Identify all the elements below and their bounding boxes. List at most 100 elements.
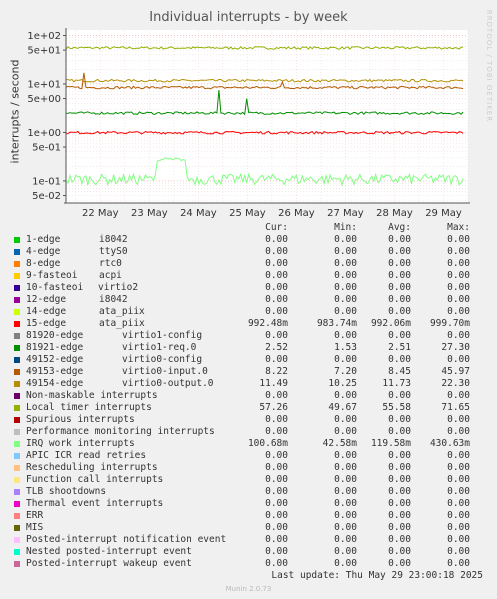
- value-avg: 992.06m: [370, 318, 411, 329]
- value-min: 0.00: [334, 462, 357, 473]
- series-name: 12-edge: [26, 294, 67, 305]
- x-tick-label: 25 May: [229, 208, 266, 219]
- value-max: 0.00: [447, 534, 470, 545]
- series-name: Posted-interrupt wakeup event: [26, 558, 192, 569]
- legend-swatch: [14, 285, 20, 291]
- series-detail: i8042: [99, 294, 128, 305]
- value-cur: 0.00: [265, 546, 288, 557]
- legend-row: 1-edge i8042 0.00 0.00 0.00 0.00: [0, 234, 497, 246]
- value-max: 0.00: [447, 414, 470, 425]
- value-avg: 0.00: [388, 294, 411, 305]
- legend-label: ERR: [26, 510, 43, 521]
- legend-label: Nested posted-interrupt event: [26, 546, 192, 557]
- legend-swatch: [14, 549, 20, 555]
- value-cur: 0.00: [265, 414, 288, 425]
- legend-swatch: [14, 237, 20, 243]
- series-name: MIS: [26, 522, 44, 533]
- value-min: 10.25: [328, 378, 357, 389]
- x-tick-label: 29 May: [425, 208, 462, 219]
- legend-swatch: [14, 417, 20, 423]
- series-name: 1-edge: [26, 234, 61, 245]
- value-max: 0.00: [447, 234, 470, 245]
- value-cur: 11.49: [259, 378, 288, 389]
- value-avg: 0.00: [388, 246, 411, 257]
- last-update: Last update: Thu May 29 23:00:18 2025: [271, 570, 483, 581]
- legend-label: 49154-edge virtio0-output.0: [26, 378, 214, 389]
- legend-row: 81920-edge virtio1-config 0.00 0.00 0.00 0.00: [0, 330, 497, 342]
- value-avg: 0.00: [388, 522, 411, 533]
- legend-swatch: [14, 381, 20, 387]
- legend-swatch: [14, 477, 20, 483]
- legend-row: 4-edge ttyS0 0.00 0.00 0.00 0.00: [0, 246, 497, 258]
- series-name: 10-fasteoi: [26, 282, 84, 293]
- legend-swatch: [14, 297, 20, 303]
- legend-label: Function call interrupts: [26, 474, 163, 485]
- value-cur: 0.00: [265, 522, 288, 533]
- value-avg: 0.00: [388, 558, 411, 569]
- legend-row: Spurious interrupts 0.00 0.00 0.00 0.00: [0, 414, 497, 426]
- value-cur: 57.26: [259, 402, 288, 413]
- value-cur: 100.68m: [247, 438, 288, 449]
- y-tick-label: 5e-01: [32, 143, 61, 154]
- value-cur: 0.00: [265, 354, 288, 365]
- value-min: 0.00: [334, 258, 357, 269]
- legend-row: Performance monitoring interrupts 0.00 0.0…: [0, 426, 497, 438]
- legend-header: Cur: Min: Avg: Max:: [0, 222, 497, 234]
- series-name: 81920-edge: [26, 330, 84, 341]
- value-min: 42.58m: [322, 438, 357, 449]
- legend-label: Local timer interrupts: [26, 402, 152, 413]
- value-cur: 0.00: [265, 258, 288, 269]
- value-avg: 0.00: [388, 510, 411, 521]
- value-avg: 0.00: [388, 330, 411, 341]
- value-min: 1.53: [334, 342, 357, 353]
- value-min: 0.00: [334, 306, 357, 317]
- legend-swatch: [14, 501, 20, 507]
- value-max: 0.00: [447, 330, 470, 341]
- value-cur: 0.00: [265, 282, 288, 293]
- value-avg: 0.00: [388, 234, 411, 245]
- legend-label: Posted-interrupt notification event: [26, 534, 226, 545]
- value-max: 27.30: [441, 342, 470, 353]
- legend-row: Rescheduling interrupts 0.00 0.00 0.00 0.00: [0, 462, 497, 474]
- legend-swatch: [14, 333, 20, 339]
- chart-plot-area: 1e+02 5e+01 1e+01 5e+00 1e+00 5e-01 1e-01 5e-02…: [27, 28, 470, 219]
- legend-row: Non-maskable interrupts 0.00 0.00 0.00 0.00: [0, 390, 497, 402]
- value-avg: 0.00: [388, 282, 411, 293]
- value-cur: 8.22: [265, 366, 288, 377]
- series-detail: virtio2: [98, 282, 139, 293]
- value-max: 0.00: [447, 258, 470, 269]
- legend-row: APIC ICR read retries 0.00 0.00 0.00 0.00: [0, 450, 497, 462]
- series-name: 49153-edge: [26, 366, 84, 377]
- value-min: 0.00: [334, 270, 357, 281]
- series-detail: ata_piix: [99, 318, 145, 329]
- series-detail: rtc0: [99, 258, 122, 269]
- legend-label: TLB shootdowns: [26, 486, 106, 497]
- value-min: 0.00: [334, 474, 357, 485]
- value-max: 45.97: [441, 366, 470, 377]
- header-cur: Cur:: [265, 222, 288, 233]
- legend-swatch: [14, 261, 20, 267]
- value-avg: 0.00: [388, 498, 411, 509]
- legend-row: 9-fasteoi acpi 0.00 0.00 0.00 0.00: [0, 270, 497, 282]
- series-name: Non-maskable interrupts: [26, 390, 158, 401]
- legend-swatch: [14, 465, 20, 471]
- y-ticks: 1e+02 5e+01 1e+01 5e+00 1e+00 5e-01 1e-01 5e-02: [27, 31, 66, 202]
- value-max: 71.65: [441, 402, 470, 413]
- series-detail: ata_piix: [99, 306, 145, 317]
- legend-row: 49154-edge virtio0-output.0 11.49 10.25 11.7…: [0, 378, 497, 390]
- legend-swatch: [14, 405, 20, 411]
- value-cur: 2.52: [265, 342, 288, 353]
- legend-row: Nested posted-interrupt event 0.00 0.00 0.0…: [0, 546, 497, 558]
- value-max: 0.00: [447, 306, 470, 317]
- legend-row: 12-edge i8042 0.00 0.00 0.00 0.00: [0, 294, 497, 306]
- legend-swatch: [14, 537, 20, 543]
- value-cur: 0.00: [265, 534, 288, 545]
- value-max: 0.00: [447, 546, 470, 557]
- series-detail: virtio1-config: [122, 330, 203, 341]
- legend-row: Function call interrupts 0.00 0.00 0.00 0.00: [0, 474, 497, 486]
- value-cur: 0.00: [265, 306, 288, 317]
- value-min: 0.00: [334, 330, 357, 341]
- series-name: 4-edge: [26, 246, 61, 257]
- series-name: 49152-edge: [26, 354, 84, 365]
- y-tick-label: 5e+00: [27, 94, 61, 105]
